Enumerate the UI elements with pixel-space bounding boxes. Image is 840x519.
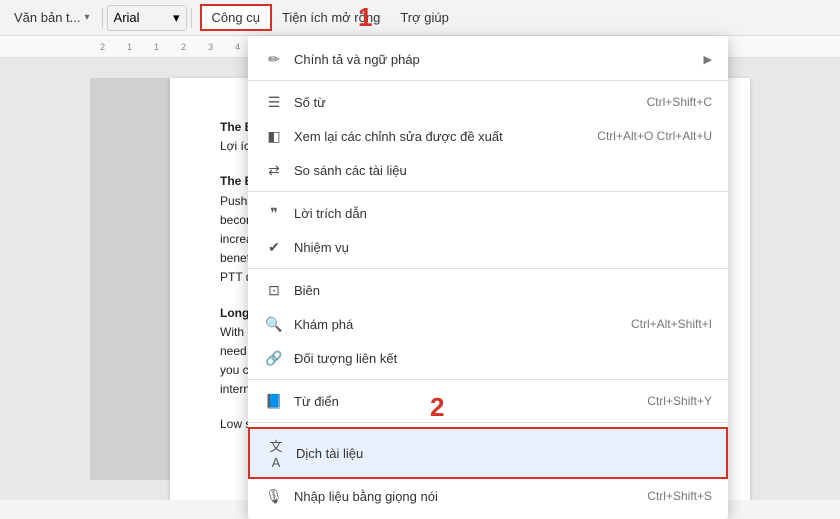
nhap-lieu-icon: 🎙 <box>264 488 284 505</box>
tu-dien-shortcut: Ctrl+Shift+Y <box>647 394 712 408</box>
divider-5 <box>248 422 728 423</box>
menu-nhiem-vu[interactable]: ✔ Nhiệm vụ <box>248 230 728 264</box>
nhiem-vu-label: Nhiệm vụ <box>294 240 712 255</box>
font-name-label: Arial <box>114 10 140 25</box>
menu-tro-giup-label: Trợ giúp <box>400 10 449 25</box>
bien-label: Biên <box>294 283 712 298</box>
nhap-lieu-shortcut: Ctrl+Shift+S <box>647 489 712 503</box>
so-sanh-label: So sánh các tài liệu <box>294 163 712 178</box>
loi-trich-icon: ❞ <box>264 205 284 222</box>
font-caret: ▾ <box>173 10 180 26</box>
menu-chinh-ta[interactable]: ✏ Chính tả và ngữ pháp ▶ <box>248 42 728 76</box>
nhap-lieu-label: Nhập liệu bằng giọng nói <box>294 489 647 504</box>
kham-pha-icon: 🔍 <box>264 316 284 333</box>
cong-cu-dropdown: ✏ Chính tả và ngữ pháp ▶ ☰ Số từ Ctrl+Sh… <box>248 36 728 519</box>
doi-tuong-label: Đối tượng liên kết <box>294 351 712 366</box>
document-area: Văn bản t... ▾ Arial ▾ Công cụ Tiện ích … <box>0 0 840 500</box>
sep2 <box>191 8 192 28</box>
divider-3 <box>248 268 728 269</box>
menu-so-sanh[interactable]: ⇄ So sánh các tài liệu <box>248 153 728 187</box>
menu-bien[interactable]: ⊡ Biên <box>248 273 728 307</box>
menu-xem-lai[interactable]: ◧ Xem lại các chỉnh sửa được đề xuất Ctr… <box>248 119 728 153</box>
menu-tro-giup[interactable]: Trợ giúp <box>390 4 459 31</box>
menu-tien-ich-label: Tiện ích mở rộng <box>282 10 380 25</box>
menubar: Văn bản t... ▾ Arial ▾ Công cụ Tiện ích … <box>0 0 840 36</box>
bien-icon: ⊡ <box>264 282 284 299</box>
doc-title-caret: ▾ <box>85 12 90 23</box>
chinh-ta-arrow: ▶ <box>704 53 712 66</box>
menu-dich[interactable]: 文A Dịch tài liệu <box>248 427 728 479</box>
xem-lai-shortcut: Ctrl+Alt+O Ctrl+Alt+U <box>597 129 712 143</box>
tu-dien-icon: 📘 <box>264 393 284 410</box>
chinh-ta-icon: ✏ <box>264 51 284 68</box>
doc-title-label: Văn bản t... <box>14 10 81 25</box>
chinh-ta-label: Chính tả và ngữ pháp <box>294 52 704 67</box>
doi-tuong-icon: 🔗 <box>264 350 284 367</box>
kham-pha-shortcut: Ctrl+Alt+Shift+I <box>631 317 712 331</box>
menu-tien-ich[interactable]: Tiện ích mở rộng <box>272 4 390 31</box>
divider-4 <box>248 379 728 380</box>
divider-2 <box>248 191 728 192</box>
menu-nhap-lieu[interactable]: 🎙 Nhập liệu bằng giọng nói Ctrl+Shift+S <box>248 479 728 513</box>
menu-so-tu[interactable]: ☰ Số từ Ctrl+Shift+C <box>248 85 728 119</box>
nhiem-vu-icon: ✔ <box>264 239 284 256</box>
menu-items: Công cụ Tiện ích mở rộng Trợ giúp <box>200 4 459 31</box>
badge-2: 2 <box>430 392 444 423</box>
sep1 <box>102 8 103 28</box>
dich-label: Dịch tài liệu <box>296 446 710 461</box>
dich-icon: 文A <box>266 436 286 470</box>
kham-pha-label: Khám phá <box>294 317 631 332</box>
doc-title-dropdown[interactable]: Văn bản t... ▾ <box>6 6 98 29</box>
doc-left-panel <box>90 78 170 480</box>
so-tu-shortcut: Ctrl+Shift+C <box>647 95 712 109</box>
menu-cong-cu[interactable]: Công cụ <box>200 4 272 31</box>
so-tu-label: Số từ <box>294 95 647 110</box>
menu-loi-trich[interactable]: ❞ Lời trích dẫn <box>248 196 728 230</box>
loi-trich-label: Lời trích dẫn <box>294 206 712 221</box>
menu-kham-pha[interactable]: 🔍 Khám phá Ctrl+Alt+Shift+I <box>248 307 728 341</box>
xem-lai-label: Xem lại các chỉnh sửa được đề xuất <box>294 129 597 144</box>
menu-cong-cu-label: Công cụ <box>212 10 260 25</box>
tu-dien-label: Từ điển <box>294 394 647 409</box>
font-dropdown[interactable]: Arial ▾ <box>107 5 187 31</box>
so-sanh-icon: ⇄ <box>264 162 284 179</box>
xem-lai-icon: ◧ <box>264 128 284 145</box>
menu-doi-tuong[interactable]: 🔗 Đối tượng liên kết <box>248 341 728 375</box>
menu-tu-dien[interactable]: 📘 Từ điển Ctrl+Shift+Y <box>248 384 728 418</box>
so-tu-icon: ☰ <box>264 94 284 111</box>
divider-1 <box>248 80 728 81</box>
